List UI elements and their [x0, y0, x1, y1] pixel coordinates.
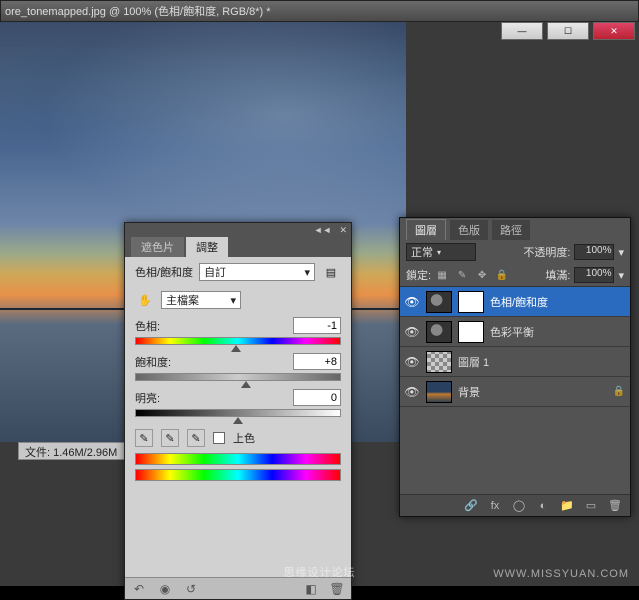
- lock-all-icon[interactable]: 🔒: [495, 268, 509, 282]
- watermark-right: WWW.MISSYUAN.COM: [493, 568, 629, 580]
- mask-thumb[interactable]: [458, 321, 484, 343]
- colorize-label: 上色: [233, 430, 255, 446]
- minimize-button[interactable]: —: [501, 22, 543, 40]
- adjust-panel-footer: ↶ ◉ ↺ ◧ 🗑: [125, 577, 351, 599]
- document-area: — ☐ ✕ 文件: 1.46M/2.96M ◄◄ ✕ 遮色片 調整 色相/飽和度…: [0, 22, 639, 586]
- fx-icon[interactable]: fx: [488, 499, 502, 513]
- saturation-label: 飽和度:: [135, 354, 171, 370]
- close-icon[interactable]: ✕: [339, 225, 347, 236]
- collapse-icon[interactable]: ◄◄: [314, 225, 332, 235]
- adjustments-panel: ◄◄ ✕ 遮色片 調整 色相/飽和度 自訂 ▾ ▤ ✋ 主檔案 ▾: [124, 222, 352, 600]
- blend-mode-value: 正常: [411, 244, 433, 260]
- layer-thumb[interactable]: [426, 381, 452, 403]
- channel-value: 主檔案: [166, 292, 199, 308]
- link-icon[interactable]: 🔗: [464, 499, 478, 513]
- blend-mode-select[interactable]: 正常 ▾: [406, 243, 476, 261]
- adjust-panel-tabs: 遮色片 調整: [125, 237, 351, 257]
- trash-icon[interactable]: 🗑: [608, 499, 622, 513]
- fill-input[interactable]: 100%: [574, 267, 614, 283]
- layer-name[interactable]: 色彩平衡: [490, 324, 626, 340]
- eyedropper-icon[interactable]: ✎: [135, 429, 153, 447]
- colorize-checkbox[interactable]: [213, 432, 225, 444]
- eyedropper-add-icon[interactable]: ✎: [161, 429, 179, 447]
- adjust-panel-header[interactable]: ◄◄ ✕: [125, 223, 351, 237]
- opacity-label: 不透明度:: [523, 244, 570, 260]
- layer-list: 👁 色相/飽和度 👁 色彩平衡 👁 圖層 1 👁 背景 🔒: [400, 286, 630, 407]
- hue-slider[interactable]: [135, 337, 341, 345]
- layers-footer: 🔗 fx ◯ ◐ 📁 ▭ 🗑: [400, 494, 630, 516]
- adjust-body: 色相/飽和度 自訂 ▾ ▤ ✋ 主檔案 ▾ 色相:: [125, 257, 351, 487]
- visibility-icon[interactable]: 👁: [404, 324, 420, 340]
- layer-name[interactable]: 色相/飽和度: [490, 294, 626, 310]
- caret-down-icon[interactable]: ▾: [618, 246, 624, 259]
- layer-row[interactable]: 👁 色彩平衡: [400, 317, 630, 347]
- adjustment-thumb-icon: [426, 291, 452, 313]
- layer-thumb[interactable]: [426, 351, 452, 373]
- lock-position-icon[interactable]: ✥: [475, 268, 489, 282]
- tab-layers[interactable]: 圖層: [406, 219, 446, 240]
- tab-adjust[interactable]: 調整: [186, 237, 228, 257]
- document-title: ore_tonemapped.jpg @ 100% (色相/飽和度, RGB/8…: [5, 3, 634, 19]
- hue-range-bar-bottom: [135, 469, 341, 481]
- adjustment-icon[interactable]: ◐: [536, 499, 550, 513]
- preset-select[interactable]: 自訂 ▾: [199, 263, 315, 281]
- opacity-input[interactable]: 100%: [574, 244, 614, 260]
- caret-down-icon: ▾: [437, 248, 441, 257]
- lock-icon: 🔒: [612, 385, 626, 399]
- caret-down-icon: ▾: [230, 294, 236, 307]
- layer-row[interactable]: 👁 色相/飽和度: [400, 287, 630, 317]
- reset-icon[interactable]: ↺: [183, 581, 199, 597]
- scrubby-hand-icon[interactable]: ✋: [135, 291, 155, 309]
- caret-down-icon[interactable]: ▾: [618, 269, 624, 282]
- layer-row[interactable]: 👁 圖層 1: [400, 347, 630, 377]
- lightness-label: 明亮:: [135, 390, 160, 406]
- saturation-input[interactable]: [293, 353, 341, 370]
- lock-label: 鎖定:: [406, 267, 431, 283]
- layer-name[interactable]: 背景: [458, 384, 606, 400]
- visibility-icon[interactable]: 👁: [404, 384, 420, 400]
- close-button[interactable]: ✕: [593, 22, 635, 40]
- channel-select[interactable]: 主檔案 ▾: [161, 291, 241, 309]
- hue-range-bar-top: [135, 453, 341, 465]
- tab-mask[interactable]: 遮色片: [131, 237, 184, 257]
- caret-down-icon: ▾: [304, 266, 310, 279]
- saturation-slider[interactable]: [135, 373, 341, 381]
- preset-value: 自訂: [204, 264, 226, 280]
- visibility-icon[interactable]: 👁: [404, 294, 420, 310]
- clip-icon[interactable]: ◧: [303, 581, 319, 597]
- mask-icon[interactable]: ◯: [512, 499, 526, 513]
- layer-name[interactable]: 圖層 1: [458, 354, 626, 370]
- back-icon[interactable]: ↶: [131, 581, 147, 597]
- trash-icon[interactable]: 🗑: [329, 581, 345, 597]
- hue-input[interactable]: [293, 317, 341, 334]
- eyedropper-sub-icon[interactable]: ✎: [187, 429, 205, 447]
- maximize-button[interactable]: ☐: [547, 22, 589, 40]
- view-icon[interactable]: ◉: [157, 581, 173, 597]
- lightness-slider[interactable]: [135, 409, 341, 417]
- window-controls: — ☐ ✕: [501, 22, 635, 40]
- tab-paths[interactable]: 路徑: [492, 220, 530, 240]
- fill-label: 填滿:: [545, 267, 570, 283]
- adjustment-thumb-icon: [426, 321, 452, 343]
- lightness-input[interactable]: [293, 389, 341, 406]
- lock-transparent-icon[interactable]: ▦: [435, 268, 449, 282]
- layers-tabs: 圖層 色版 路徑: [400, 218, 630, 240]
- layers-panel: 圖層 色版 路徑 正常 ▾ 不透明度: 100% ▾ 鎖定: ▦ ✎ ✥ 🔒 填…: [399, 217, 631, 517]
- new-layer-icon[interactable]: ▭: [584, 499, 598, 513]
- folder-icon[interactable]: 📁: [560, 499, 574, 513]
- document-titlebar: ore_tonemapped.jpg @ 100% (色相/飽和度, RGB/8…: [0, 0, 639, 22]
- lock-pixels-icon[interactable]: ✎: [455, 268, 469, 282]
- visibility-icon[interactable]: 👁: [404, 354, 420, 370]
- adjustment-type-label: 色相/飽和度: [135, 264, 193, 280]
- panel-menu-icon[interactable]: ▤: [321, 263, 341, 281]
- layer-row[interactable]: 👁 背景 🔒: [400, 377, 630, 407]
- hue-label: 色相:: [135, 318, 160, 334]
- mask-thumb[interactable]: [458, 291, 484, 313]
- tab-channels[interactable]: 色版: [450, 220, 488, 240]
